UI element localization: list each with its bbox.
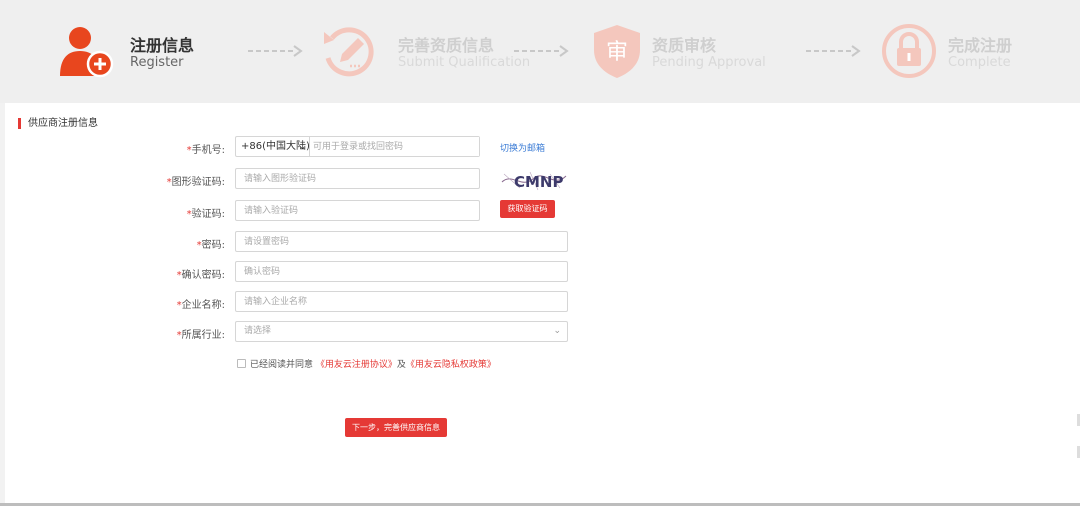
password-label: *密码:	[105, 236, 225, 251]
agreement-middle: 及	[396, 360, 406, 370]
country-code-select[interactable]: +86(中国大陆) ⌄	[236, 137, 310, 156]
lock-icon	[882, 24, 936, 78]
arrow-right-icon	[514, 45, 569, 57]
next-step-button[interactable]: 下一步，完善供应商信息	[345, 418, 447, 437]
step-complete: 完成注册 Complete	[880, 22, 1070, 82]
confirm-password-label: *确认密码:	[105, 266, 225, 281]
svg-text:审: 审	[606, 40, 628, 65]
step-pending-approval: 审 资质审核 Pending Approval	[588, 22, 788, 82]
password-input[interactable]	[235, 231, 568, 252]
registration-steps: 注册信息 Register 完善资质信息 Submit Qualificatio…	[0, 0, 1080, 103]
confirm-password-input[interactable]	[235, 261, 568, 282]
registration-agreement-link[interactable]: 《用友云注册协议》	[316, 360, 397, 370]
captcha-text: CMNP	[514, 173, 563, 191]
step-title: 完成注册	[948, 36, 1013, 55]
captcha-label: *图形验证码:	[105, 173, 225, 188]
step-subtitle: Pending Approval	[652, 55, 766, 70]
company-name-label-text: 企业名称:	[181, 300, 225, 311]
confirm-password-label-text: 确认密码:	[181, 270, 225, 281]
agreement-checkbox[interactable]	[237, 359, 246, 368]
step-title: 注册信息	[130, 36, 195, 55]
sms-code-label-text: 验证码:	[191, 209, 225, 220]
chevron-down-icon: ⌄	[553, 326, 561, 336]
industry-select[interactable]: 请选择 ⌄	[235, 321, 568, 342]
sms-code-label: *验证码:	[105, 205, 225, 220]
agreement-row: 已经阅读并同意 《用友云注册协议》及《用友云隐私权政策》	[237, 357, 496, 370]
captcha-label-text: 图形验证码:	[171, 177, 225, 188]
captcha-image[interactable]: CMNP	[500, 168, 568, 192]
section-title: 供应商注册信息	[18, 118, 98, 129]
get-code-button[interactable]: 获取验证码	[500, 200, 555, 218]
captcha-input[interactable]	[235, 168, 480, 189]
step-title: 完善资质信息	[398, 36, 495, 55]
step-register: 注册信息 Register	[58, 22, 218, 82]
chevron-down-icon: ⌄	[299, 142, 306, 151]
step-submit-qualification: 完善资质信息 Submit Qualification	[320, 22, 540, 82]
password-label-text: 密码:	[201, 240, 225, 251]
arrow-right-icon	[248, 45, 303, 57]
shield-review-icon: 审	[594, 25, 640, 78]
phone-field: +86(中国大陆) ⌄	[235, 136, 480, 157]
edit-refresh-icon	[324, 27, 374, 77]
switch-to-email-link[interactable]: 切换为邮箱	[500, 141, 545, 154]
step-subtitle: Complete	[948, 55, 1011, 70]
user-add-icon	[60, 27, 114, 78]
privacy-policy-link[interactable]: 《用友云隐私权政策》	[406, 360, 496, 370]
phone-input[interactable]	[311, 137, 479, 156]
phone-label-text: 手机号:	[191, 145, 225, 156]
industry-label-text: 所属行业:	[181, 330, 225, 341]
company-name-input[interactable]	[235, 291, 568, 312]
step-subtitle: Register	[130, 55, 184, 70]
arrow-right-icon	[806, 45, 861, 57]
company-name-label: *企业名称:	[105, 296, 225, 311]
industry-select-placeholder: 请选择	[244, 326, 272, 336]
step-subtitle: Submit Qualification	[398, 55, 531, 70]
phone-label: *手机号:	[105, 141, 225, 156]
sms-code-input[interactable]	[235, 200, 480, 221]
step-title: 资质审核	[652, 36, 717, 55]
industry-label: *所属行业:	[105, 326, 225, 341]
agreement-prefix: 已经阅读并同意	[250, 360, 314, 370]
